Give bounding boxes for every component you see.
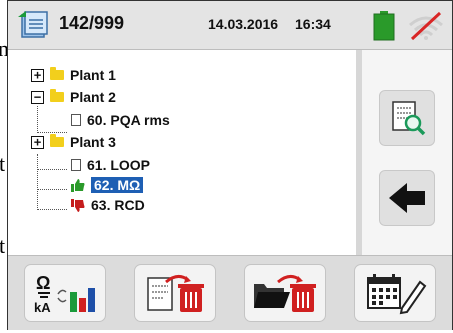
tree-node-label: 60. PQA rms [87,112,170,128]
tree-node-plant-3[interactable]: + Plant 3 [31,134,116,150]
tree-node-63-rcd[interactable]: 63. RCD [71,197,145,213]
status-bar: 142/999 14.03.2016 16:34 [8,1,452,50]
back-arrow-icon [389,183,425,213]
collapse-icon[interactable]: − [31,90,44,104]
battery-icon [373,11,395,41]
tree-node-label-selected: 62. MΩ [91,177,144,193]
ohm-symbol: Ω [36,273,50,293]
tree-node-label: 61. LOOP [87,157,151,173]
delete-folder-icon [254,275,316,312]
folder-icon [50,67,64,80]
tree-node-60-pqa-rms[interactable]: 60. PQA rms [71,112,170,128]
side-toolbar [362,50,452,255]
document-icon [71,159,81,171]
cropped-text-b: t [0,151,6,176]
kiloampere-symbol: kA [34,300,51,315]
delete-folder-button[interactable] [244,264,326,322]
measure-function-button[interactable]: Ω kA [24,264,106,322]
tree-node-62-mohm[interactable]: 62. MΩ [71,177,144,193]
wifi-disabled-icon [409,11,443,41]
delete-measure-icon [147,275,204,312]
tree-node-plant-1[interactable]: + Plant 1 [31,67,116,83]
tree-node-plant-2[interactable]: − Plant 2 [31,89,116,105]
tree-node-label: 63. RCD [91,197,145,213]
time-display: 16:34 [295,16,331,32]
date-time-settings-button[interactable] [354,264,436,322]
memory-tree: + Plant 1 − Plant 2 60. PQA rms + Plant … [8,50,356,255]
measure-function-icon: Ω kA [34,273,95,315]
memory-folder-icon [18,11,48,38]
record-counter: 142/999 [59,13,125,33]
expand-icon[interactable]: + [31,135,44,149]
view-measure-icon [392,101,426,136]
document-icon [71,114,81,126]
cropped-text-c: t [0,233,6,258]
instrument-screen: 142/999 14.03.2016 16:34 + Plant 1 − Pla… [7,0,453,330]
bottom-toolbar: Ω kA [8,255,452,330]
folder-icon [50,89,64,102]
view-measure-button[interactable] [379,90,435,146]
tree-node-61-loop[interactable]: 61. LOOP [71,157,150,173]
expand-icon[interactable]: + [31,68,44,82]
calendar-edit-icon [367,274,427,315]
tree-node-label: Plant 2 [70,89,116,105]
folder-icon [50,134,64,147]
thumbs-up-icon [71,178,85,192]
date-display: 14.03.2016 [208,16,279,32]
thumbs-down-icon [71,198,85,212]
delete-measure-button[interactable] [134,264,216,322]
tree-node-label: Plant 1 [70,67,116,83]
tree-node-label: Plant 3 [70,134,116,150]
back-button[interactable] [379,170,435,226]
